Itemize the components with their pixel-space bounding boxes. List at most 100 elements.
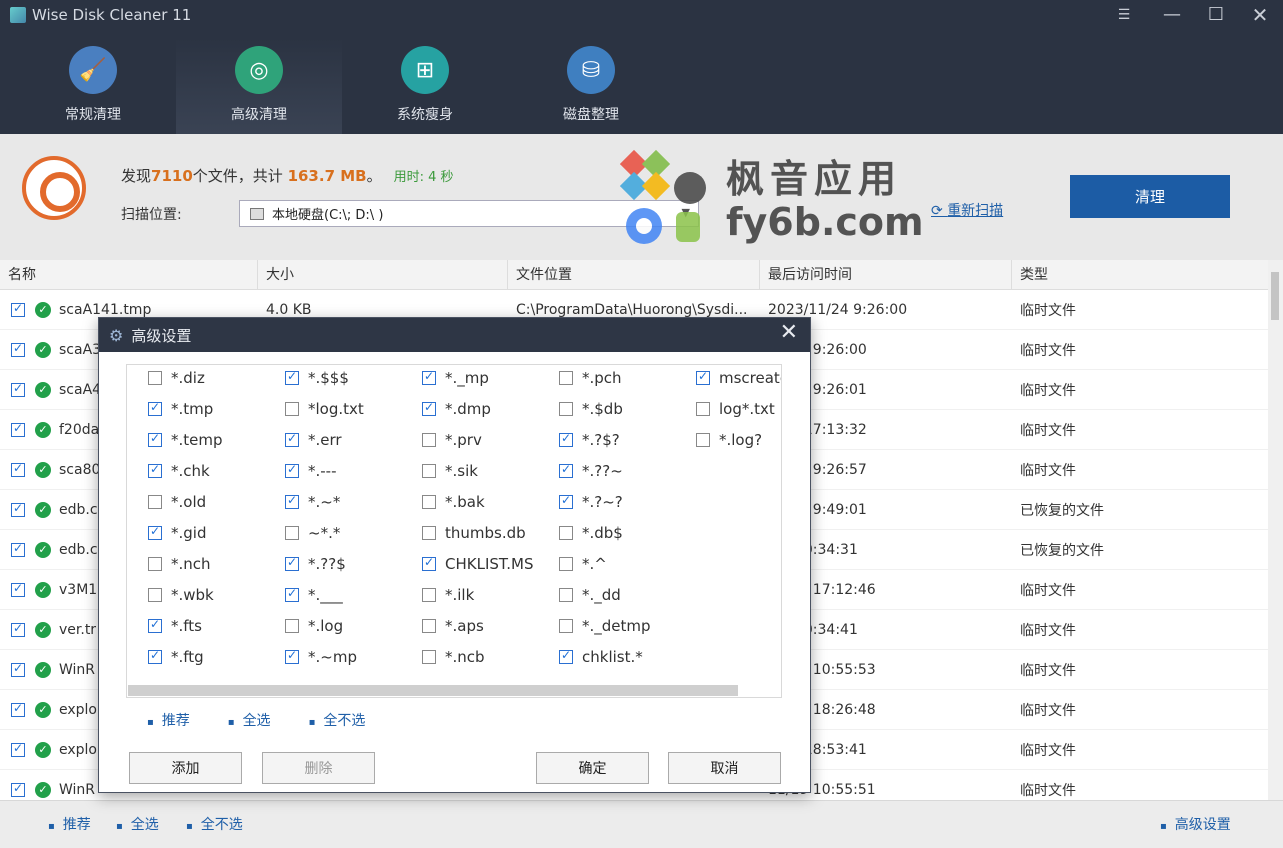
extension-option[interactable]: *.log [285, 617, 343, 635]
extension-option[interactable]: *.ncb [422, 648, 485, 666]
extension-option[interactable]: *.wbk [148, 586, 214, 604]
column-size[interactable]: 大小 [258, 260, 508, 289]
extension-checkbox[interactable] [559, 619, 573, 633]
extension-checkbox[interactable] [559, 371, 573, 385]
extension-option[interactable]: *.db$ [559, 524, 623, 542]
extension-option[interactable]: CHKLIST.MS [422, 555, 534, 573]
extension-option[interactable]: *.temp [148, 431, 223, 449]
maximize-button[interactable]: ☐ [1196, 2, 1236, 28]
extension-option[interactable]: *.fts [148, 617, 202, 635]
extension-option[interactable]: *.aps [422, 617, 484, 635]
extension-option[interactable]: *.log? [696, 431, 762, 449]
extension-checkbox[interactable] [148, 524, 162, 540]
extension-checkbox[interactable] [285, 402, 299, 416]
extension-checkbox[interactable] [148, 462, 162, 478]
menu-icon[interactable]: ☰ [1104, 2, 1144, 28]
extension-option[interactable]: *._dd [559, 586, 621, 604]
extension-checkbox[interactable] [148, 557, 162, 571]
vertical-scrollbar[interactable] [1268, 260, 1283, 800]
extension-option[interactable]: mscreate [696, 369, 781, 387]
extension-option[interactable]: *log.txt [285, 400, 364, 418]
dialog-close-button[interactable]: ✕ [780, 320, 798, 345]
extension-checkbox[interactable] [559, 462, 573, 478]
extension-option[interactable]: *.bak [422, 493, 485, 511]
column-name[interactable]: 名称 [0, 260, 258, 289]
extension-checkbox[interactable] [285, 431, 299, 447]
cancel-button[interactable]: 取消 [668, 752, 781, 784]
row-checkbox[interactable] [11, 342, 25, 357]
extension-option[interactable]: *.nch [148, 555, 211, 573]
extension-checkbox[interactable] [559, 526, 573, 540]
extension-checkbox[interactable] [148, 400, 162, 416]
tab-0[interactable]: 🧹 常规清理 [10, 38, 176, 134]
row-checkbox[interactable] [11, 382, 25, 397]
extension-checkbox[interactable] [559, 648, 573, 664]
extension-option[interactable]: *.$db [559, 400, 623, 418]
extension-checkbox[interactable] [696, 402, 710, 416]
extension-checkbox[interactable] [422, 433, 436, 447]
extension-option[interactable]: *.~* [285, 493, 340, 511]
extension-option[interactable]: *.??~ [559, 462, 623, 480]
extension-checkbox[interactable] [696, 369, 710, 385]
row-checkbox[interactable] [11, 662, 25, 677]
extension-checkbox[interactable] [285, 648, 299, 664]
column-type[interactable]: 类型 [1012, 260, 1268, 289]
extension-option[interactable]: *.dmp [422, 400, 491, 418]
extension-checkbox[interactable] [422, 526, 436, 540]
extension-option[interactable]: *._detmp [559, 617, 651, 635]
extension-checkbox[interactable] [285, 586, 299, 602]
extension-checkbox[interactable] [148, 617, 162, 633]
row-checkbox[interactable] [11, 702, 25, 717]
dialog-select-none-link[interactable]: 全不选 [309, 710, 365, 730]
extension-option[interactable]: *.___ [285, 586, 343, 604]
extension-option[interactable]: *.chk [148, 462, 210, 480]
extension-option[interactable]: *.pch [559, 369, 622, 387]
extension-option[interactable]: chklist.* [559, 648, 643, 666]
extension-checkbox[interactable] [285, 526, 299, 540]
extension-option[interactable]: *._mp [422, 369, 489, 387]
tab-3[interactable]: ⛁ 磁盘整理 [508, 38, 674, 134]
extension-option[interactable]: *.ilk [422, 586, 474, 604]
delete-button[interactable]: 删除 [262, 752, 375, 784]
extension-checkbox[interactable] [559, 557, 573, 571]
extension-option[interactable]: *.old [148, 493, 206, 511]
extension-checkbox[interactable] [422, 495, 436, 509]
row-checkbox[interactable] [11, 502, 25, 517]
extension-checkbox[interactable] [559, 431, 573, 447]
extension-checkbox[interactable] [148, 648, 162, 664]
extension-option[interactable]: *.~mp [285, 648, 357, 666]
row-checkbox[interactable] [11, 422, 25, 437]
ok-button[interactable]: 确定 [536, 752, 649, 784]
extension-option[interactable]: *.ftg [148, 648, 204, 666]
clean-button[interactable]: 清理 [1070, 175, 1230, 218]
advanced-settings-link[interactable]: 高级设置 [1160, 814, 1231, 834]
extension-option[interactable]: *.--- [285, 462, 337, 480]
extension-option[interactable]: *.??$ [285, 555, 346, 573]
row-checkbox[interactable] [11, 782, 25, 797]
rescan-link[interactable]: ⟳ 重新扫描 [931, 200, 1003, 220]
extension-checkbox[interactable] [148, 431, 162, 447]
dialog-select-all-link[interactable]: 全选 [228, 710, 271, 730]
extension-checkbox[interactable] [148, 495, 162, 509]
tab-1[interactable]: ◎ 高级清理 [176, 38, 342, 134]
extension-option[interactable]: *.sik [422, 462, 478, 480]
minimize-button[interactable]: — [1152, 2, 1192, 28]
footer-select-none-link[interactable]: 全不选 [186, 814, 243, 834]
add-button[interactable]: 添加 [129, 752, 242, 784]
extension-option[interactable]: *.err [285, 431, 342, 449]
footer-select-all-link[interactable]: 全选 [116, 814, 159, 834]
extension-checkbox[interactable] [285, 619, 299, 633]
extension-option[interactable]: thumbs.db [422, 524, 526, 542]
column-path[interactable]: 文件位置 [508, 260, 760, 289]
extension-option[interactable]: *.prv [422, 431, 482, 449]
extension-checkbox[interactable] [696, 433, 710, 447]
row-checkbox[interactable] [11, 742, 25, 757]
scrollbar-thumb[interactable] [1271, 272, 1279, 320]
extension-option[interactable]: *.^ [559, 555, 607, 573]
row-checkbox[interactable] [11, 462, 25, 477]
extension-option[interactable]: *.?$? [559, 431, 620, 449]
extension-checkbox[interactable] [285, 369, 299, 385]
extension-checkbox[interactable] [285, 555, 299, 571]
extension-checkbox[interactable] [559, 402, 573, 416]
footer-recommend-link[interactable]: 推荐 [48, 814, 91, 834]
